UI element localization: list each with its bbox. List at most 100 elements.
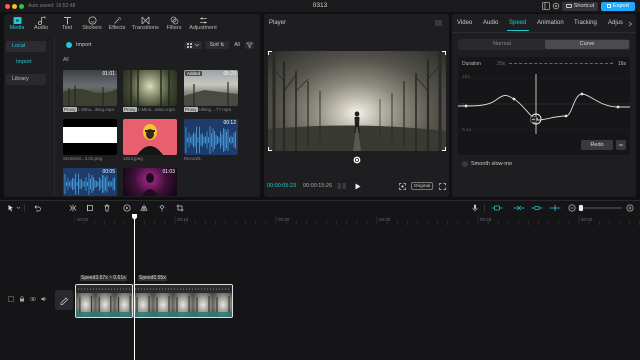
tab-stickers[interactable]: Stickers [79,15,105,31]
tab-effects[interactable]: Effects [104,15,130,31]
tab-adjustment[interactable]: Adjustment [188,15,218,31]
ruler-label: 00:30 [379,217,391,222]
tab-media-label: Media [9,25,25,31]
media-caption: Record1 [184,156,238,161]
zoom-out-icon[interactable] [568,204,576,212]
media-item[interactable] [123,119,177,155]
media-filename: Record1 [184,156,202,161]
chevron-down-icon[interactable] [16,204,21,212]
lock-icon[interactable] [19,296,25,302]
tab-video[interactable]: Video [457,20,472,26]
cover-button[interactable] [55,290,73,310]
active-tab-indicator [507,30,529,31]
main-track-magnet-icon[interactable] [491,204,503,212]
tab-animation[interactable]: Animation [537,20,564,26]
media-caption: Proxy 1 Minu...iking.mp4 [63,107,117,112]
sidebar-item-library[interactable]: Library [6,74,46,85]
shortcut-label: Shortcut [573,3,595,9]
transitions-icon [141,16,150,25]
delete-left-icon[interactable] [86,204,94,212]
tab-audio[interactable]: Audio [28,15,54,31]
fullscreen-fit-icon[interactable] [399,183,406,190]
filter-icon[interactable] [245,41,254,49]
tab-tracking[interactable]: Tracking [574,20,597,26]
view-mode-button[interactable] [184,41,202,49]
more-tabs-icon[interactable] [627,21,633,27]
crop-corner-handle[interactable] [442,51,446,55]
redo-button[interactable]: Redo [581,140,613,150]
layout-icon[interactable] [542,2,550,10]
menu-icon[interactable] [435,20,442,26]
export-button[interactable]: Export [601,2,635,11]
import-icon[interactable] [66,42,72,48]
smooth-slowmo-toggle[interactable] [462,161,468,167]
rotate-handle-icon[interactable] [353,156,361,164]
media-item[interactable] [63,119,117,155]
settings-icon[interactable] [552,2,560,10]
media-item[interactable]: 01:03 [123,168,177,196]
video-preview[interactable] [268,51,446,151]
zoom-in-icon[interactable] [626,204,634,212]
timecode-display-icon[interactable] [337,182,347,190]
delete-icon[interactable] [103,204,111,212]
grid-view-icon [187,43,200,48]
speed-curve-graph[interactable] [458,72,630,136]
remove-point-icon[interactable] [530,116,537,123]
aspect-ratio-button[interactable]: Original [411,182,433,190]
mode-curve-button[interactable]: Curve [545,40,629,49]
import-button[interactable]: Import [76,42,92,48]
undo-icon[interactable] [33,204,41,212]
tab-adjustment-label: Adjustment [189,25,217,31]
ruler-label: 00:40 [480,217,492,222]
auto-snap-icon[interactable] [513,204,525,212]
eye-icon[interactable] [30,296,36,302]
linkage-icon[interactable] [531,204,543,212]
select-tool-icon[interactable] [7,204,15,212]
expand-icon[interactable] [439,183,446,190]
tab-transitions[interactable]: Transitions [132,15,159,31]
video-clip[interactable] [75,284,133,318]
media-item[interactable] [123,70,177,106]
mirror-icon[interactable] [140,204,148,212]
tab-filters[interactable]: Filters [161,15,187,31]
microphone-icon[interactable] [471,204,479,212]
tab-audio-props[interactable]: Audio [483,20,498,26]
zoom-slider-thumb[interactable] [579,205,583,211]
media-filename: 1023.jpeg [123,156,143,161]
media-duration: 01:03 [162,169,175,175]
tab-media[interactable]: Media [4,15,30,31]
video-clip[interactable] [133,284,233,318]
media-item[interactable]: 00:05 [63,168,117,196]
filter-all-button[interactable]: All [231,41,243,49]
tab-text[interactable]: Text [54,15,80,31]
freeze-frame-icon[interactable] [123,204,131,212]
media-item[interactable]: 01:01 [63,70,117,106]
speaker-icon[interactable] [41,296,47,302]
crop-corner-handle[interactable] [268,51,272,55]
sort-button[interactable]: Sort ⇅ [205,41,229,49]
play-button[interactable] [355,183,361,190]
media-item[interactable]: 00:12 [184,119,238,155]
sidebar-item-import[interactable]: Import [6,57,46,68]
sidebar-divider [54,36,55,196]
preview-axis-icon[interactable] [549,204,561,212]
media-icon [13,16,22,25]
split-icon[interactable] [69,204,77,212]
media-item[interactable]: Added 05:29 [184,70,238,106]
tab-adjust[interactable]: Adjus [608,20,623,26]
crop-icon[interactable] [176,204,184,212]
crop-corner-handle[interactable] [268,147,272,151]
shortcut-button[interactable]: Shortcut [562,2,598,11]
sidebar-item-local[interactable]: Local [6,41,46,52]
added-badge: Added [185,71,203,76]
rotate-icon[interactable] [158,204,166,212]
minus-icon[interactable] [616,140,626,150]
tab-speed[interactable]: Speed [509,20,526,26]
crop-corner-handle[interactable] [442,147,446,151]
time-ruler[interactable] [74,215,640,225]
timeline-divider [0,200,640,201]
mode-normal-button[interactable]: Normal [460,40,544,49]
cover-icon[interactable] [8,296,14,302]
zoom-slider[interactable] [578,207,622,209]
smooth-slowmo-label: Smooth slow-mo [471,161,512,167]
